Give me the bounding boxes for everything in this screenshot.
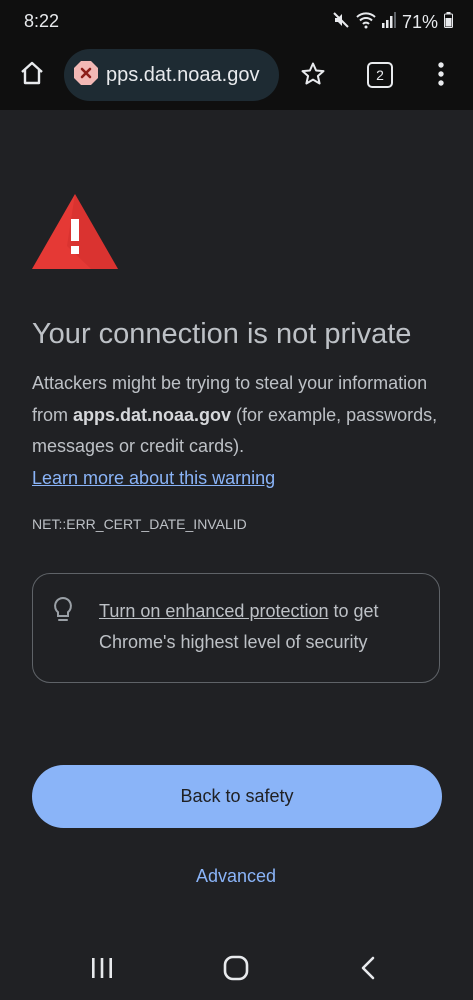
status-bar: 8:22 71% xyxy=(0,0,473,44)
tabs-icon: 2 xyxy=(367,62,393,88)
screen: 8:22 71% pps.dat.noaa.gov 2 Your connect… xyxy=(0,0,473,1000)
browser-toolbar: pps.dat.noaa.gov 2 xyxy=(0,44,473,110)
battery-percent: 71% xyxy=(401,11,438,32)
home-nav-button[interactable] xyxy=(223,955,249,986)
learn-more-link[interactable]: Learn more about this warning xyxy=(32,468,275,488)
page-title: Your connection is not private xyxy=(32,318,412,350)
warning-triangle-icon xyxy=(31,192,119,275)
not-secure-badge[interactable] xyxy=(72,60,100,91)
lightbulb-icon xyxy=(51,596,75,629)
status-time: 8:22 xyxy=(24,11,60,31)
home-button[interactable] xyxy=(12,55,52,95)
enhanced-protection-link[interactable]: Turn on enhanced protection xyxy=(99,601,329,621)
mute-icon xyxy=(332,11,350,34)
signal-icon xyxy=(381,11,396,33)
back-nav-button[interactable] xyxy=(359,956,377,985)
back-to-safety-button[interactable]: Back to safety xyxy=(32,765,442,828)
wifi-icon xyxy=(356,11,376,34)
back-nav-icon xyxy=(359,956,377,984)
error-code: NET::ERR_CERT_DATE_INVALID xyxy=(32,516,247,532)
home-icon xyxy=(18,59,46,92)
warning-description: Attackers might be trying to steal your … xyxy=(32,368,452,494)
tab-count: 2 xyxy=(376,67,384,83)
recent-apps-icon xyxy=(90,958,114,983)
battery-icon xyxy=(444,11,453,33)
home-nav-icon xyxy=(223,955,249,985)
omnibox[interactable]: pps.dat.noaa.gov xyxy=(64,49,279,101)
system-nav-bar xyxy=(0,935,473,1000)
not-secure-icon xyxy=(73,60,99,91)
recent-apps-button[interactable] xyxy=(90,957,114,984)
description-domain: apps.dat.noaa.gov xyxy=(73,404,232,425)
enhanced-protection-text: Turn on enhanced protection to get Chrom… xyxy=(99,596,419,658)
more-menu-button[interactable] xyxy=(426,57,456,95)
enhanced-protection-card: Turn on enhanced protection to get Chrom… xyxy=(32,573,440,683)
star-icon xyxy=(300,61,326,92)
tab-switcher-button[interactable]: 2 xyxy=(362,57,398,93)
advanced-button[interactable]: Advanced xyxy=(176,862,296,890)
status-icons: 71% xyxy=(332,10,453,34)
more-vert-icon xyxy=(437,61,445,92)
url-text: pps.dat.noaa.gov xyxy=(106,64,260,86)
bookmark-button[interactable] xyxy=(294,57,332,95)
